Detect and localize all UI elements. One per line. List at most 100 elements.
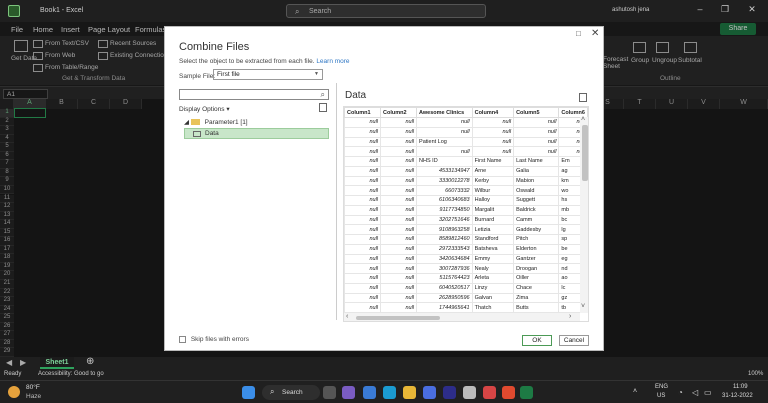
table-cell: null [344,214,382,226]
table-cell: Arleta [471,273,515,284]
start-icon[interactable] [242,386,255,399]
vertical-scrollbar[interactable]: ˄ ˅ [580,116,588,313]
scroll-right-icon[interactable]: › [569,313,571,320]
table-cell: Halloy [471,195,515,206]
user-name[interactable]: ashutosh jena [612,7,649,13]
zoom-level[interactable]: 100% [748,371,763,377]
table-cell: null [380,263,418,274]
table-cell: null [344,146,382,157]
horizontal-scrollbar[interactable]: ‹ › [344,313,580,321]
dialog-subtitle-text: Select the object to be extracted from e… [179,58,315,65]
close-icon[interactable]: ✕ [742,4,762,16]
autosave-icon[interactable] [8,5,20,17]
table-row: null null 5115764423 Arleta Oiller ao [344,273,588,284]
table-cell: Droogan [513,263,560,274]
table-cell: null [380,234,418,245]
table-cell: Elderton [513,243,560,255]
office-icon[interactable] [502,386,515,399]
scroll-left-icon[interactable]: ‹ [346,313,348,320]
close-icon[interactable]: ✕ [591,28,599,39]
photos-icon[interactable] [463,386,476,399]
column-header[interactable]: Column2 [380,107,418,118]
minimize-icon[interactable]: – [690,4,710,16]
teams-icon[interactable] [342,386,355,399]
window-title: Book1 - Excel [40,7,84,14]
edge-icon[interactable] [383,386,396,399]
weather-desc: Haze [26,393,42,400]
sheet-tab[interactable]: Sheet1 [40,357,74,369]
preview-options-icon[interactable] [579,93,587,102]
clock-date: 31-12-2022 [722,393,753,399]
widgets-icon[interactable] [363,386,376,399]
excel-icon[interactable] [520,386,533,399]
table-row: null null 3202751646 Burnard Camm bc [344,214,588,226]
learn-more-link[interactable]: Learn more [316,58,349,65]
prev-sheet-icon[interactable]: ◀ [6,358,12,367]
file-explorer-icon[interactable] [403,386,416,399]
taskbar-search[interactable]: ⌕ Search [262,385,320,400]
restore-icon[interactable]: ❐ [715,4,735,16]
table-cell: null [380,117,418,128]
taskbar-search-label: Search [282,389,303,396]
tree-folder-item[interactable]: ◢ Parameter1 [1] [184,118,248,126]
table-cell: null [513,136,560,148]
search-box[interactable]: ⌕ Search [286,4,486,18]
app-red-icon[interactable] [483,386,496,399]
sheet-tab-bar: ◀ ▶ Sheet1 ⊕ [0,356,768,369]
next-sheet-icon[interactable]: ▶ [20,358,26,367]
scroll-up-icon[interactable]: ˄ [581,116,585,123]
combine-files-dialog: □ ✕ Combine Files Select the object to b… [164,26,604,351]
table-cell: null [380,224,418,235]
table-cell: Letizia [471,224,515,235]
table-cell: null [380,243,418,255]
cancel-button[interactable]: Cancel [559,335,589,346]
expand-triangle-icon: ◢ [184,119,191,126]
table-cell: null [380,146,418,157]
preview-title: Data [345,90,367,101]
column-header[interactable]: Awesome Clinics [416,107,473,118]
refresh-icon[interactable] [319,103,327,112]
maximize-icon[interactable]: □ [576,29,581,38]
table-cell: Margalit [471,204,515,216]
table-row: null null 3007287936 Nealy Droogan nd [344,263,588,274]
table-cell: Kerby [471,175,515,187]
table-cell: Oswald [513,185,560,196]
table-cell: null [416,146,473,157]
ok-button[interactable]: OK [522,335,552,346]
table-cell: Batsheva [471,243,515,255]
wifi-icon[interactable]: ◔ [678,388,683,397]
display-options-dropdown[interactable]: Display Options ▾ [179,105,230,113]
column-header[interactable]: Column5 [513,107,560,118]
table-row: nullnullnullnullnullnull [344,146,588,157]
weather-icon[interactable] [8,386,20,398]
navigator-search-input[interactable]: ⌕ [179,89,329,100]
sample-file-value: First file [217,71,240,78]
pane-splitter[interactable] [336,83,337,320]
accessibility-status[interactable]: Accessibility: Good to go [38,371,104,377]
table-cell: Zima [513,292,560,304]
table-cell: null [416,117,473,128]
add-sheet-icon[interactable]: ⊕ [86,356,94,367]
skip-errors-checkbox[interactable]: Skip files with errors [179,336,249,343]
column-header[interactable]: Column1 [344,107,382,118]
data-table: Column1 Column2 Awesome Clinics Column4 Colu… [344,107,588,313]
volume-icon[interactable]: ◁ [692,388,698,397]
table-cell: null [513,117,560,128]
scroll-down-icon[interactable]: ˅ [581,303,585,310]
column-header[interactable]: Column4 [471,107,515,118]
language-code[interactable]: ENG [655,384,668,390]
app-icon[interactable] [443,386,456,399]
task-view-icon[interactable] [323,386,336,399]
tree-data-item[interactable]: Data [184,128,329,139]
tray-chevron-icon[interactable]: ˄ [633,388,637,395]
sample-file-select[interactable]: First file ▼ [213,69,323,80]
vertical-scroll-thumb[interactable] [582,125,588,181]
horizontal-scroll-thumb[interactable] [356,316,440,320]
store-icon[interactable] [423,386,436,399]
table-cell: null [344,185,382,196]
clock-time[interactable]: 11:09 [733,384,748,390]
battery-icon[interactable]: ▭ [704,388,712,397]
table-cell: 9108963258 [416,224,473,235]
table-cell: 1744965641 [416,302,473,313]
title-bar: Book1 - Excel ⌕ Search ashutosh jena – ❐… [0,0,768,22]
